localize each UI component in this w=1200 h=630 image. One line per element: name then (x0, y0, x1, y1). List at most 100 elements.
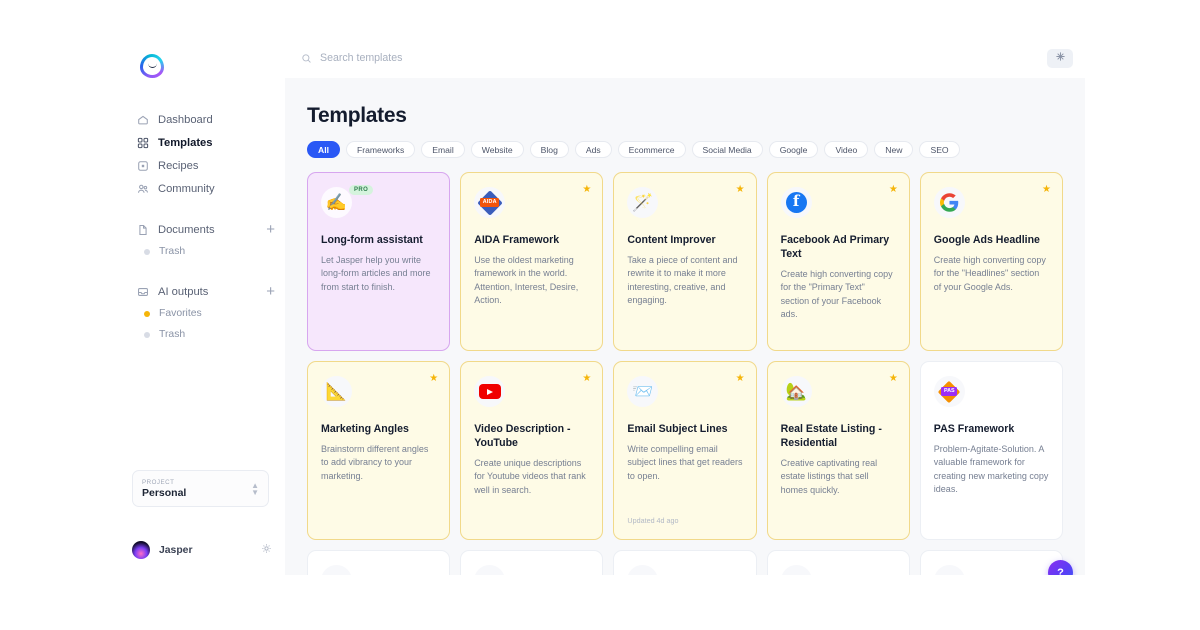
sidebar-item-label: Documents (158, 223, 215, 236)
sidebar-item-favorites[interactable]: Favorites (136, 303, 285, 324)
project-selector[interactable]: PROJECT Personal ▲ ▼ (132, 470, 269, 507)
template-card[interactable]: ★ Video Description - YouTube Create uniqu… (460, 361, 604, 540)
template-card-title: Video Description - YouTube (474, 423, 571, 449)
template-card[interactable]: PRO ✍️ Long-form assistant Let Jasper help … (307, 172, 451, 351)
template-card-partial[interactable] (766, 550, 910, 575)
star-icon[interactable]: ★ (736, 374, 745, 384)
magic-wand-icon: 🪄 (627, 187, 659, 218)
template-card-title: PAS Framework (933, 423, 1015, 435)
people-icon (136, 182, 149, 195)
template-card[interactable]: ★ AIDA AIDA Framework Use the oldest market… (460, 172, 604, 351)
sidebar-item-documents[interactable]: Documents + (136, 218, 285, 241)
template-card[interactable]: ★ 📨 Email Subject Lines Write compelling em… (613, 361, 757, 540)
home-icon (136, 113, 149, 126)
star-icon[interactable]: ★ (429, 374, 438, 384)
project-label: PROJECT (142, 478, 175, 486)
category-chip-ecommerce[interactable]: Ecommerce (617, 141, 686, 158)
sidebar-item-templates[interactable]: Templates (136, 131, 285, 154)
bullet-icon (144, 248, 150, 255)
category-chip-email[interactable]: Email (421, 141, 465, 158)
app-window: Dashboard Templates Recipes Community Do… (120, 38, 1085, 575)
template-card-title: Long-form assistant (321, 234, 423, 246)
template-card[interactable]: ★ 📐 Marketing Angles Brainstorm different a… (307, 361, 451, 540)
sidebar-item-ai-outputs[interactable]: AI outputs + (136, 280, 285, 303)
pro-badge: PRO (349, 185, 374, 195)
pas-badge-icon: PAS (933, 376, 965, 407)
sidebar-item-ai-trash[interactable]: Trash (136, 324, 285, 345)
sidebar-item-community[interactable]: Community (136, 177, 285, 200)
template-card-description: Brainstorm different angles to add vibra… (321, 443, 429, 481)
gear-icon[interactable] (261, 541, 272, 559)
favorite-dot-icon (144, 310, 150, 317)
facebook-icon: f (780, 187, 812, 218)
user-name: Jasper (159, 544, 193, 556)
star-icon[interactable]: ★ (582, 374, 591, 384)
star-icon[interactable]: ★ (889, 185, 898, 195)
templates-grid-next-row (307, 550, 1063, 575)
sidebar-subitem-label: Trash (159, 246, 186, 257)
sparkle-button[interactable] (1047, 48, 1073, 68)
category-chip-video[interactable]: Video (824, 141, 869, 158)
star-icon[interactable]: ★ (736, 185, 745, 195)
template-card[interactable]: ★ Google Ads Headline Create high converti… (919, 172, 1063, 351)
logo-face-icon (147, 63, 157, 68)
template-card-title: AIDA Framework (474, 234, 560, 246)
template-icon-placeholder (933, 565, 965, 575)
sidebar-item-label: AI outputs (158, 285, 209, 298)
template-card[interactable]: ★ 🏡 Real Estate Listing - Residential Creat… (766, 361, 910, 540)
sidebar-item-label: Dashboard (158, 113, 213, 126)
template-icon-placeholder (474, 565, 506, 575)
template-icon-placeholder (780, 565, 812, 575)
sidebar-subitem-label: Trash (159, 329, 186, 340)
template-card-title: Real Estate Listing - Residential (780, 423, 882, 449)
template-card[interactable]: ★ 🪄 Content Improver Take a piece of conten… (613, 172, 757, 351)
category-chip-ads[interactable]: Ads (574, 141, 612, 158)
template-card[interactable]: PAS PAS Framework Problem-Agitate-Solution… (919, 361, 1063, 540)
template-card-description: Write compelling email subject lines tha… (627, 443, 743, 481)
content-scroll: Templates All Frameworks Email Website Blog A… (285, 78, 1085, 575)
sidebar-item-dashboard[interactable]: Dashboard (136, 108, 285, 131)
recipe-icon (136, 159, 149, 172)
sidebar-item-recipes[interactable]: Recipes (136, 154, 285, 177)
sidebar-subitem-label: Favorites (159, 308, 202, 319)
template-card-partial[interactable] (307, 550, 451, 575)
add-ai-output-button[interactable]: + (266, 284, 275, 299)
sidebar-item-label: Templates (158, 136, 213, 149)
star-icon[interactable]: ★ (889, 374, 898, 384)
template-card[interactable]: ★ f Facebook Ad Primary Text Create high co… (766, 172, 910, 351)
grid-icon (136, 136, 149, 149)
category-chip-social-media[interactable]: Social Media (691, 141, 763, 158)
category-chip-frameworks[interactable]: Frameworks (345, 141, 416, 158)
star-icon[interactable]: ★ (1042, 185, 1051, 195)
template-card-description: Create high converting copy for the "Pri… (780, 268, 893, 320)
category-chip-new[interactable]: New (874, 141, 914, 158)
category-chip-seo[interactable]: SEO (919, 141, 960, 158)
template-card-partial[interactable] (613, 550, 757, 575)
template-card-title: Content Improver (627, 234, 716, 246)
search-input[interactable] (320, 52, 1047, 64)
category-chip-blog[interactable]: Blog (529, 141, 569, 158)
template-card-partial[interactable] (919, 550, 1063, 575)
template-card-partial[interactable] (460, 550, 604, 575)
category-chip-all[interactable]: All (307, 141, 340, 158)
template-icon-placeholder (627, 565, 659, 575)
sidebar-item-documents-trash[interactable]: Trash (136, 241, 285, 262)
template-card-description: Creative captivating real estate listing… (780, 457, 878, 495)
user-row[interactable]: Jasper (132, 537, 272, 563)
add-document-button[interactable]: + (266, 222, 275, 237)
template-card-description: Create unique descriptions for Youtube v… (474, 457, 586, 495)
templates-grid: PRO ✍️ Long-form assistant Let Jasper help … (307, 172, 1063, 540)
jasper-logo[interactable] (140, 54, 164, 78)
avatar (132, 541, 150, 559)
category-chip-website[interactable]: Website (470, 141, 524, 158)
star-icon[interactable]: ★ (582, 185, 591, 195)
writing-hand-icon: ✍️ (321, 187, 352, 218)
logo-wrapper (136, 38, 285, 108)
category-chip-google[interactable]: Google (768, 141, 819, 158)
template-card-meta: Updated 4d ago (627, 516, 679, 525)
nav-divider (136, 266, 285, 280)
template-card-description: Take a piece of content and rewrite it t… (627, 254, 738, 306)
nav-divider (136, 204, 285, 218)
main-area: Templates AllFrameworksEmailWebsiteBlogA… (285, 38, 1085, 575)
document-icon (136, 223, 149, 236)
